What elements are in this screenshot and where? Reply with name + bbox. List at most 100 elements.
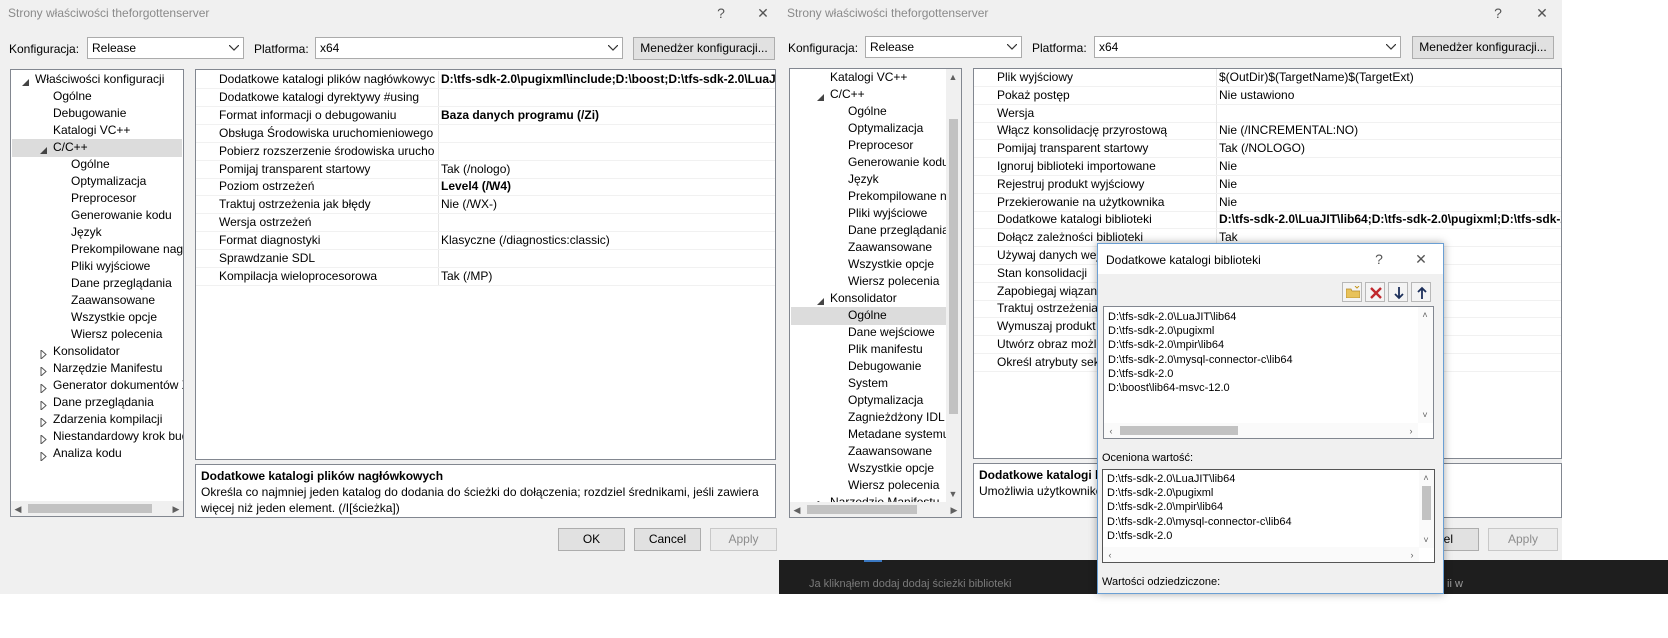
scroll-right-icon[interactable]: ▶ [169,502,183,516]
right-tree-item[interactable]: Ogólne [791,103,961,121]
right-tree-item[interactable]: Język [791,171,961,189]
right-tree-item[interactable]: Preprocesor [791,137,961,155]
dialog-entries-list[interactable]: D:\tfs-sdk-2.0\LuaJIT\lib64 D:\tfs-sdk-2.… [1103,306,1434,439]
expanded-triangle-icon[interactable] [39,143,49,154]
property-row[interactable]: Ignoruj biblioteki importowane Nie [974,158,1561,176]
left-tree-item[interactable]: Konsolidator [12,343,182,361]
list-item[interactable]: D:\tfs-sdk-2.0\mysql-connector-c\lib64 [1108,353,1293,367]
property-value[interactable]: Nie [1219,158,1561,175]
scroll-up-icon[interactable]: ˄ [1419,471,1433,485]
right-tree-item[interactable]: Wiersz polecenia [791,273,961,291]
property-row[interactable]: Sprawdzanie SDL [196,250,775,268]
left-tree-item[interactable]: Ogólne [12,88,182,106]
left-tree-item[interactable]: Zaawansowane [12,292,182,310]
right-tree-item[interactable]: Ogólne [791,307,961,325]
dialog-help-button[interactable]: ? [1368,248,1390,270]
collapsed-triangle-icon[interactable] [39,347,49,361]
left-cancel-button[interactable]: Cancel [634,528,701,551]
property-value[interactable]: Nie [1219,176,1561,193]
dialog-entries-vscrollbar[interactable]: ˄ ˅ [1418,307,1433,423]
move-down-icon[interactable] [1388,282,1408,302]
property-value[interactable]: Tak (/NOLOGO) [1219,140,1561,157]
right-tree-item[interactable]: Konsolidator [791,290,961,308]
right-config-manager-button[interactable]: Menedżer konfiguracji... [1412,36,1554,59]
collapsed-triangle-icon[interactable] [39,381,49,395]
right-tree-item[interactable]: Dane przeglądania [791,222,961,240]
property-row[interactable]: Rejestruj produkt wyjściowy Nie [974,175,1561,194]
right-close-button[interactable]: ✕ [1531,2,1553,24]
new-folder-icon[interactable] [1342,282,1362,302]
property-row[interactable]: Format informacji o debugowaniu Baza dany… [196,106,775,125]
dialog-entries-hscrollbar[interactable]: ‹ › [1104,423,1418,438]
collapsed-triangle-icon[interactable] [39,398,49,412]
scroll-left-icon[interactable]: ◀ [11,502,25,516]
property-row[interactable]: Pomijaj transparent startowy Tak (/nologo… [196,160,775,179]
right-tree-item[interactable]: Plik manifestu [791,341,961,359]
right-tree-vscrollbar[interactable]: ▲ ▼ [946,69,961,502]
property-row[interactable]: Kompilacja wieloprocesorowa Tak (/MP) [196,267,775,286]
left-tree-item[interactable]: Katalogi VC++ [12,122,182,140]
right-apply-button[interactable]: Apply [1488,528,1558,551]
dialog-evaluated-vscrollbar[interactable]: ˄ ˅ [1419,470,1434,548]
right-tree-item[interactable]: System [791,375,961,393]
property-row[interactable]: Włącz konsolidację przyrostową Nie (/INCR… [974,122,1561,141]
property-row[interactable]: Wersja ostrzeżeń [196,214,775,233]
left-close-button[interactable]: ✕ [752,2,774,24]
collapsed-triangle-icon[interactable] [39,415,49,429]
scroll-left-icon[interactable]: ◀ [790,503,804,517]
right-tree-item[interactable]: Wszystkie opcje [791,460,961,478]
dialog-evaluated-vscroll-thumb[interactable] [1422,486,1431,520]
right-tree-item[interactable]: Generowanie kodu [791,154,961,172]
right-tree-item[interactable]: Optymalizacja [791,120,961,138]
left-tree-item[interactable]: Właściwości konfiguracji [12,71,182,89]
property-row[interactable]: Wersja [974,104,1561,123]
dialog-entries-hscroll-thumb[interactable] [1120,426,1238,435]
dialog-evaluated-list[interactable]: D:\tfs-sdk-2.0\LuaJIT\lib64 D:\tfs-sdk-2.… [1102,469,1435,563]
collapsed-triangle-icon[interactable] [39,449,49,463]
list-item[interactable]: D:\tfs-sdk-2.0\mpir\lib64 [1107,500,1223,514]
left-tree-item[interactable]: Ogólne [12,156,182,174]
left-tree-item[interactable]: Optymalizacja [12,173,182,191]
collapsed-triangle-icon[interactable] [39,364,49,378]
property-value[interactable]: Tak (/MP) [441,268,775,285]
left-tree-item[interactable]: Wiersz polecenia [12,326,182,344]
left-tree-item[interactable]: Dane przeglądania [12,275,182,293]
left-tree-item[interactable]: Niestandardowy krok bud [12,428,183,446]
left-tree-item[interactable]: Debugowanie [12,105,182,123]
right-tree-item[interactable]: Dane wejściowe [791,324,961,342]
property-value[interactable]: Nie [1219,194,1561,211]
delete-icon[interactable] [1365,282,1385,302]
right-tree-item[interactable]: Zaawansowane [791,443,961,461]
left-tree-item[interactable]: Język [12,224,182,242]
scroll-right-icon[interactable]: › [1405,548,1419,562]
left-tree-item[interactable]: Prekompilowane nagłó [12,241,183,259]
left-tree-hscroll-thumb[interactable] [28,504,152,513]
property-value[interactable]: Nie ustawiono [1219,87,1561,104]
property-value[interactable]: Klasyczne (/diagnostics:classic) [441,232,775,249]
left-tree-item[interactable]: Dane przeglądania [12,394,182,412]
right-tree-vscroll-thumb[interactable] [949,119,958,414]
left-category-tree[interactable]: Właściwości konfiguracji Ogólne Debugowani… [10,69,184,517]
expanded-triangle-icon[interactable] [21,75,31,86]
right-tree-item[interactable]: Debugowanie [791,358,961,376]
right-config-combo[interactable]: Release [865,36,1022,58]
left-tree-item[interactable]: Generator dokumentów XI [12,377,183,395]
left-tree-item[interactable]: Pliki wyjściowe [12,258,182,276]
property-row[interactable]: Traktuj ostrzeżenia jak błędy Nie (/WX-) [196,196,775,215]
left-platform-combo[interactable]: x64 [315,37,623,59]
left-tree-item[interactable]: Zdarzenia kompilacji [12,411,182,429]
left-tree-hscrollbar[interactable]: ◀ ▶ [11,501,183,516]
scroll-down-icon[interactable]: ▼ [946,487,960,501]
move-up-icon[interactable] [1411,282,1431,302]
list-item[interactable]: D:\tfs-sdk-2.0\LuaJIT\lib64 [1107,472,1235,486]
expanded-triangle-icon[interactable] [816,90,826,101]
left-config-manager-button[interactable]: Menedżer konfiguracji... [633,37,775,60]
list-item[interactable]: D:\boost\lib64-msvc-12.0 [1108,381,1230,395]
property-row[interactable]: Dodatkowe katalogi biblioteki D:\tfs-sdk-… [974,211,1561,230]
property-value[interactable]: D:\tfs-sdk-2.0\pugixml\include;D:\boost;… [441,71,775,88]
right-help-button[interactable]: ? [1487,2,1509,24]
collapsed-triangle-icon[interactable] [39,432,49,446]
right-category-tree[interactable]: Katalogi VC++ C/C++ Ogólne Optymalizacja Pre… [789,68,962,518]
left-tree-item[interactable]: Narzędzie Manifestu [12,360,182,378]
left-tree-item[interactable]: Generowanie kodu [12,207,182,225]
